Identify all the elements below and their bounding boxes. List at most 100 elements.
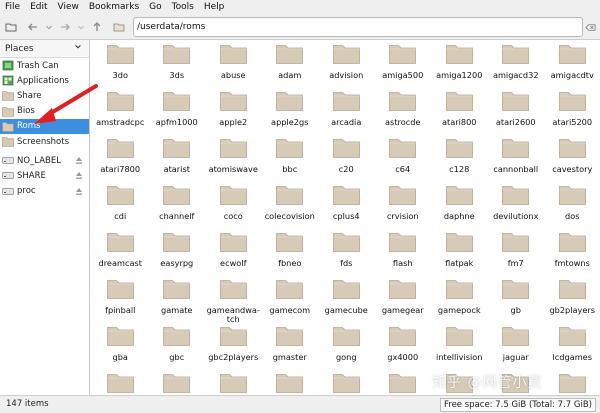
sidebar-item-share[interactable]: Share xyxy=(0,88,89,103)
folder-item[interactable]: dos xyxy=(544,184,600,231)
folder-item[interactable]: amiga1200 xyxy=(431,43,488,90)
folder-item[interactable]: mastersyste- xyxy=(318,372,375,395)
folder-item[interactable]: mame xyxy=(262,372,319,395)
folder-item[interactable]: gameandwa-tch xyxy=(205,278,262,325)
folder-item[interactable]: astrocde xyxy=(375,90,432,137)
folder-item[interactable]: gong xyxy=(318,325,375,372)
folder-item[interactable]: jaguar xyxy=(488,325,545,372)
folder-item[interactable]: c20 xyxy=(318,137,375,184)
eject-icon[interactable] xyxy=(75,187,83,196)
menu-file[interactable]: File xyxy=(0,0,25,14)
menu-help[interactable]: Help xyxy=(199,0,230,14)
folder-item[interactable]: ecwolf xyxy=(205,231,262,278)
sidebar-item-trash can[interactable]: Trash Can xyxy=(0,58,89,73)
menu-edit[interactable]: Edit xyxy=(25,0,52,14)
folder-item[interactable]: gb2players xyxy=(544,278,600,325)
folder-item[interactable]: coco xyxy=(205,184,262,231)
folder-item[interactable]: atarist xyxy=(149,137,206,184)
folder-item[interactable]: gamegear xyxy=(375,278,432,325)
folder-item[interactable]: amigacdtv xyxy=(544,43,600,90)
folder-item[interactable]: abuse xyxy=(205,43,262,90)
folder-item[interactable]: cdi xyxy=(92,184,149,231)
clear-location-button[interactable] xyxy=(583,19,597,35)
folder-item[interactable]: daphne xyxy=(431,184,488,231)
folder-item[interactable]: easyrpg xyxy=(149,231,206,278)
folder-item[interactable]: gamepock xyxy=(431,278,488,325)
back-history-button[interactable] xyxy=(44,16,54,38)
folder-item[interactable]: 3do xyxy=(92,43,149,90)
folder-item[interactable]: gba xyxy=(92,325,149,372)
folder-item[interactable]: cplus4 xyxy=(318,184,375,231)
eject-icon[interactable] xyxy=(75,156,83,165)
sidebar-item-share[interactable]: SHARE xyxy=(0,168,89,183)
folder-item[interactable]: 3ds xyxy=(149,43,206,90)
new-folder-button[interactable] xyxy=(0,16,22,38)
folder-item[interactable]: intellivision xyxy=(431,325,488,372)
arrow-left-icon xyxy=(28,23,37,30)
folder-item[interactable]: flash xyxy=(375,231,432,278)
up-button[interactable] xyxy=(86,16,108,38)
eject-icon[interactable] xyxy=(75,171,83,180)
folder-item[interactable]: apfm1000 xyxy=(149,90,206,137)
forward-button[interactable] xyxy=(54,16,76,38)
folder-item[interactable]: gamate xyxy=(149,278,206,325)
folder-item[interactable]: atari800 xyxy=(431,90,488,137)
folder-item[interactable]: lynx xyxy=(149,372,206,395)
sidebar-item-bios[interactable]: Bios xyxy=(0,104,89,119)
folder-item[interactable]: lcdgames xyxy=(544,325,600,372)
folder-item[interactable]: fds xyxy=(318,231,375,278)
folder-item[interactable]: arcadia xyxy=(318,90,375,137)
folder-item[interactable]: amstradcpc xyxy=(92,90,149,137)
sidebar-menu-button[interactable] xyxy=(74,43,82,54)
folder-item[interactable]: fpinball xyxy=(92,278,149,325)
folder-item[interactable]: devilutionx xyxy=(488,184,545,231)
folder-item[interactable]: c64 xyxy=(375,137,432,184)
folder-item[interactable]: atari2600 xyxy=(488,90,545,137)
menu-bookmarks[interactable]: Bookmarks xyxy=(84,0,144,14)
folder-item[interactable]: colecovision xyxy=(262,184,319,231)
folder-item[interactable]: fbneo xyxy=(262,231,319,278)
folder-item[interactable]: adam xyxy=(262,43,319,90)
folder-item[interactable]: gamecube xyxy=(318,278,375,325)
folder-item[interactable]: c128 xyxy=(431,137,488,184)
folder-item[interactable]: gbc xyxy=(149,325,206,372)
back-button[interactable] xyxy=(22,16,44,38)
folder-item[interactable]: apple2 xyxy=(205,90,262,137)
sidebar-item-roms[interactable]: Roms xyxy=(0,118,89,134)
folder-item[interactable]: advision xyxy=(318,43,375,90)
folder-item[interactable]: atari5200 xyxy=(544,90,600,137)
forward-history-button[interactable] xyxy=(76,16,86,38)
sidebar-item-applications[interactable]: Applications xyxy=(0,73,89,88)
folder-item[interactable]: macintosh xyxy=(205,372,262,395)
menu-view[interactable]: View xyxy=(53,0,84,14)
folder-item[interactable]: megadrive xyxy=(375,372,432,395)
folder-item[interactable]: atari7800 xyxy=(92,137,149,184)
menu-go[interactable]: Go xyxy=(144,0,166,14)
folder-item[interactable]: fm7 xyxy=(488,231,545,278)
path-folder-button[interactable] xyxy=(108,16,130,38)
folder-icon xyxy=(389,137,417,161)
sidebar-item-proc[interactable]: proc xyxy=(0,184,89,199)
folder-item[interactable]: crvision xyxy=(375,184,432,231)
location-bar[interactable]: /userdata/roms xyxy=(133,17,583,37)
folder-item[interactable]: flatpak xyxy=(431,231,488,278)
sidebar-item-no-label[interactable]: NO_LABEL xyxy=(0,153,89,168)
folder-item[interactable]: gx4000 xyxy=(375,325,432,372)
folder-item[interactable]: gmaster xyxy=(262,325,319,372)
folder-item[interactable]: gamecom xyxy=(262,278,319,325)
folder-item[interactable]: cavestory xyxy=(544,137,600,184)
folder-item[interactable]: cannonball xyxy=(488,137,545,184)
folder-item[interactable]: dreamcast xyxy=(92,231,149,278)
folder-item[interactable]: lutro xyxy=(92,372,149,395)
folder-item[interactable]: gb xyxy=(488,278,545,325)
folder-item[interactable]: gbc2players xyxy=(205,325,262,372)
folder-item[interactable]: channelf xyxy=(149,184,206,231)
folder-item[interactable]: atomiswave xyxy=(205,137,262,184)
folder-item[interactable]: apple2gs xyxy=(262,90,319,137)
sidebar-item-screenshots[interactable]: Screenshots xyxy=(0,134,89,149)
folder-item[interactable]: amigacd32 xyxy=(488,43,545,90)
folder-item[interactable]: bbc xyxy=(262,137,319,184)
menu-tools[interactable]: Tools xyxy=(167,0,199,14)
folder-item[interactable]: fmtowns xyxy=(544,231,600,278)
folder-item[interactable]: amiga500 xyxy=(375,43,432,90)
